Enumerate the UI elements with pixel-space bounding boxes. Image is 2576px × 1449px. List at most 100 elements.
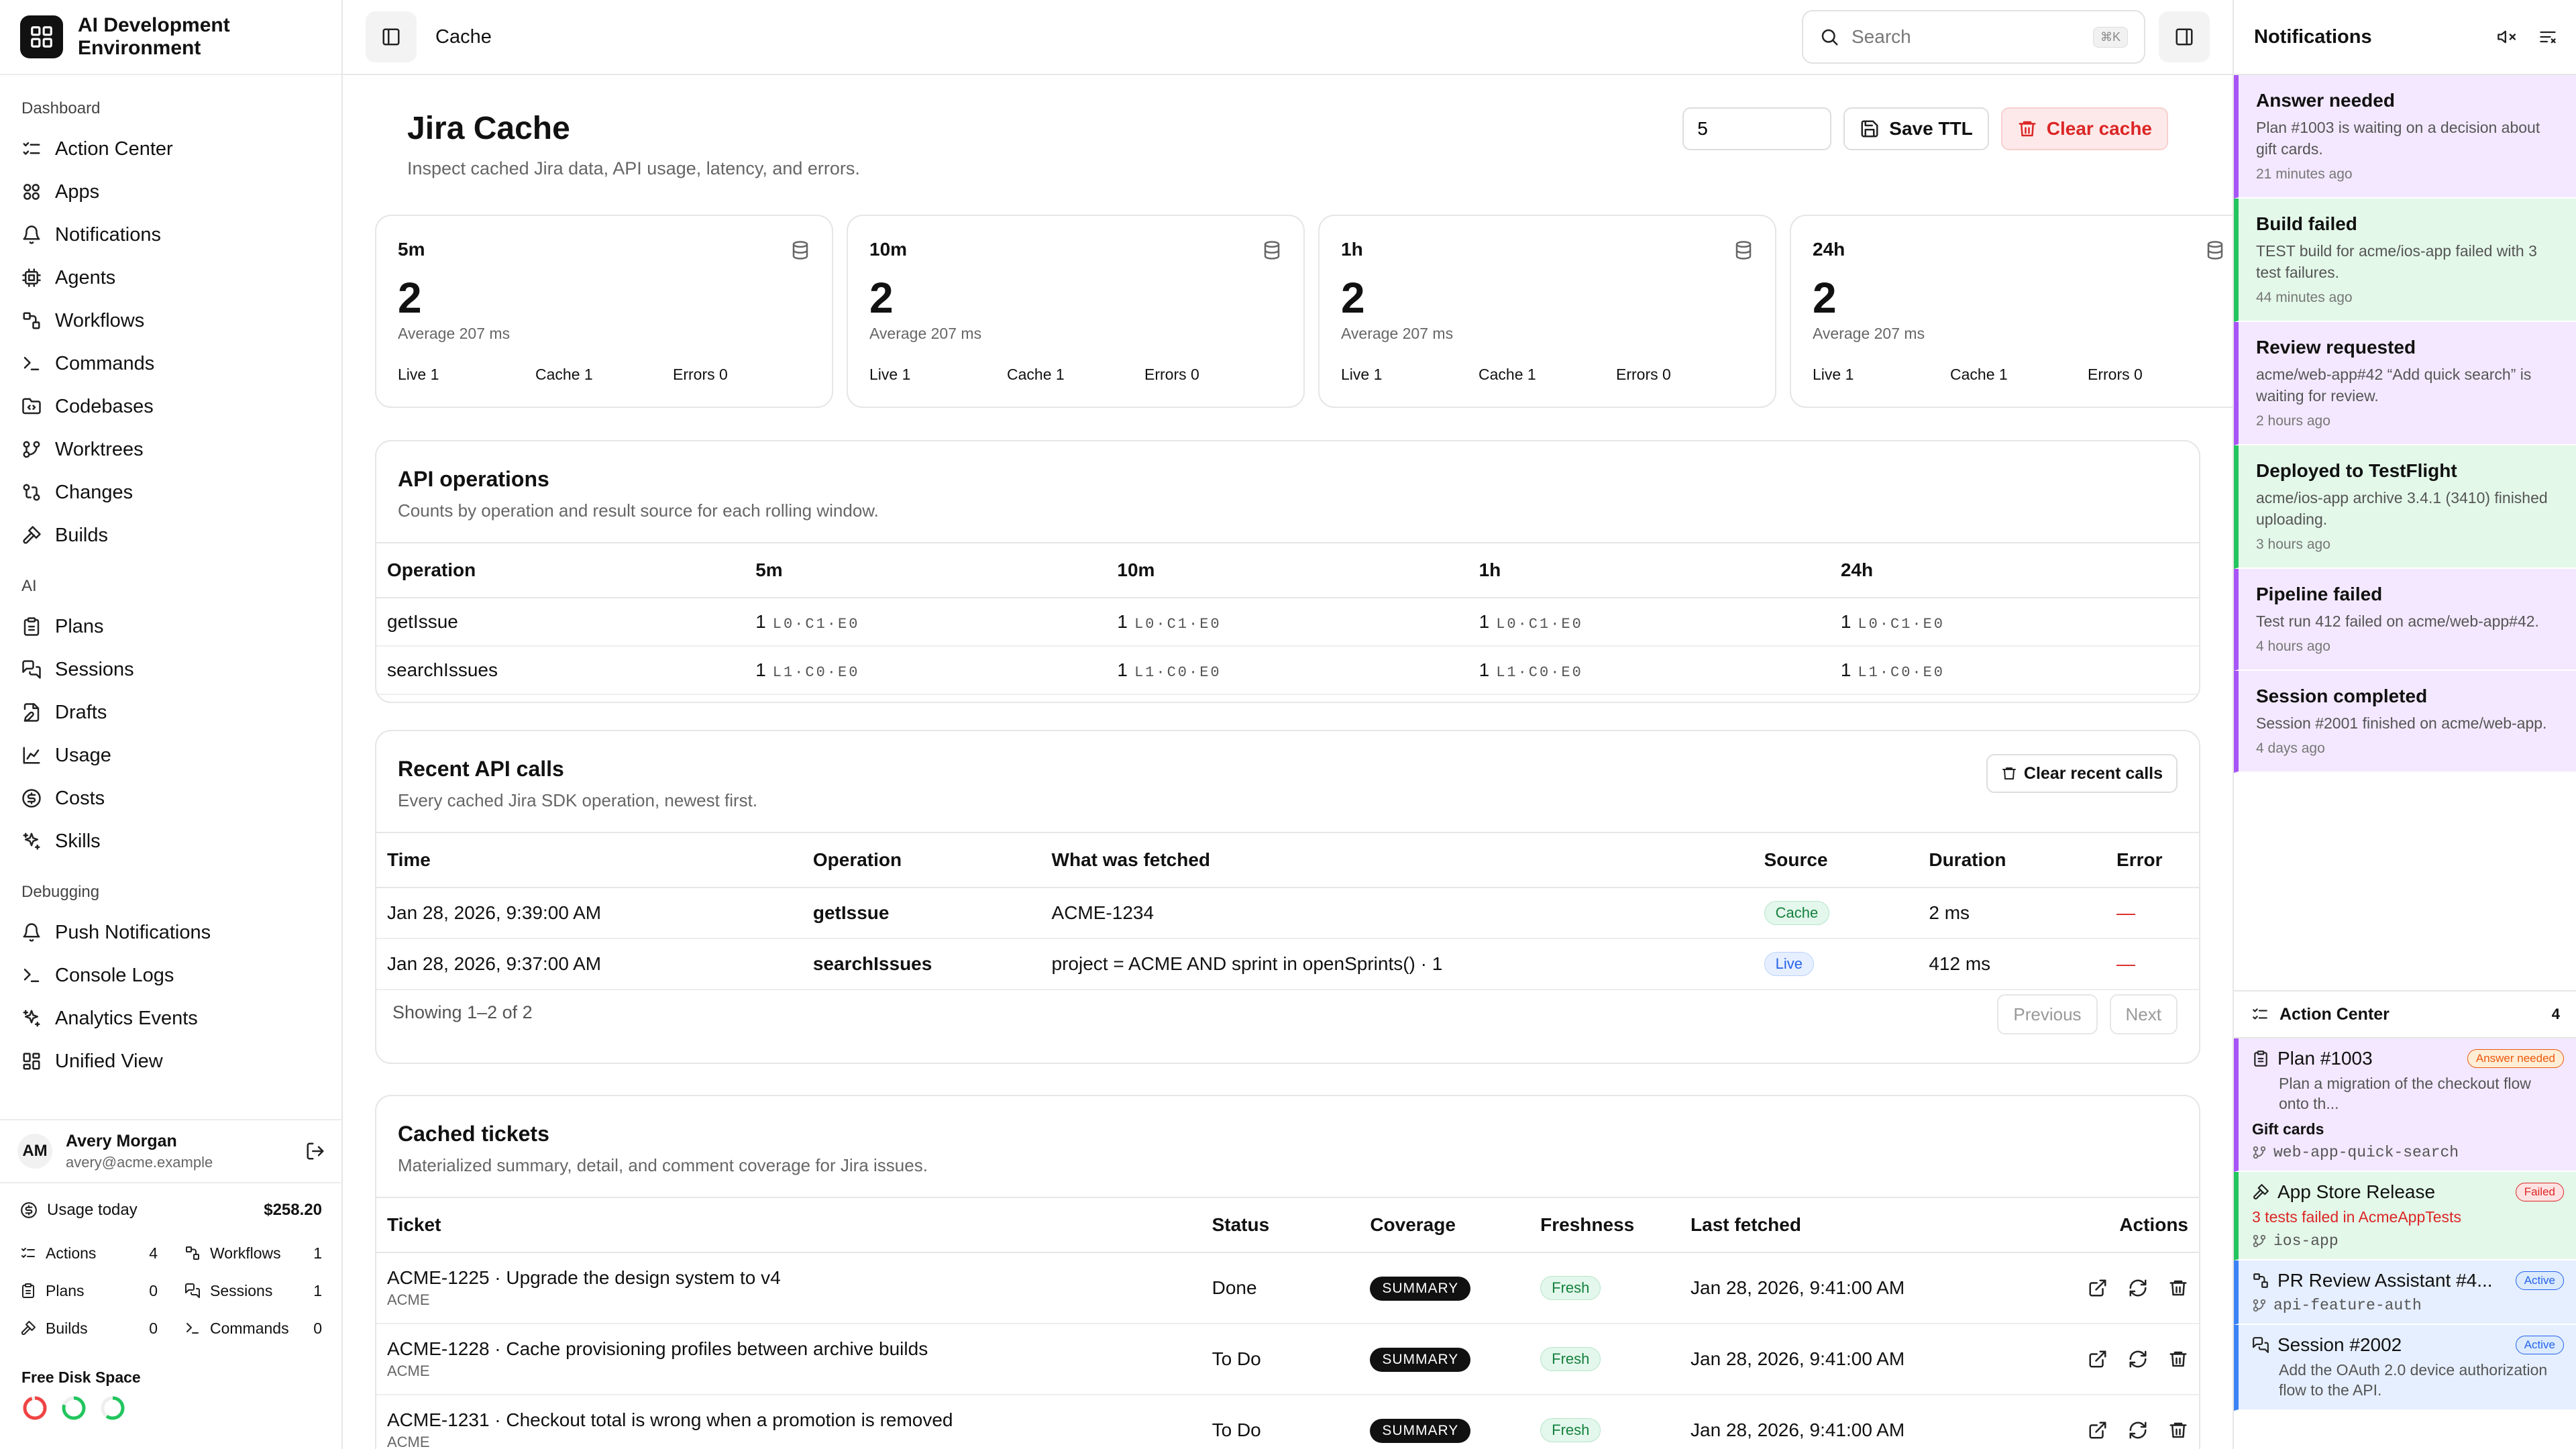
tickets-title: Cached tickets bbox=[398, 1122, 549, 1146]
ticket-title[interactable]: ACME-1228 · Cache provisioning profiles … bbox=[387, 1338, 1191, 1360]
notification-item[interactable]: Session completed Session #2001 finished … bbox=[2234, 671, 2576, 773]
sidebar-item-skills[interactable]: Skills bbox=[21, 820, 320, 863]
external-link-icon[interactable] bbox=[2088, 1278, 2108, 1298]
dollar-icon bbox=[22, 789, 41, 808]
git-branch-icon bbox=[2253, 1299, 2266, 1312]
trash-icon[interactable] bbox=[2168, 1278, 2188, 1298]
usage-stats: Actions 4 Workflows 1 Plans 0 Sessions 1 Builds 0… bbox=[20, 1234, 322, 1347]
sidebar-item-analytics-events[interactable]: Analytics Events bbox=[21, 997, 320, 1040]
source-badge: Cache bbox=[1764, 901, 1830, 925]
usage-stat-builds[interactable]: Builds 0 bbox=[20, 1309, 158, 1347]
notification-item[interactable]: Review requested acme/web-app#42 “Add qui… bbox=[2234, 322, 2576, 445]
trash-icon[interactable] bbox=[2168, 1349, 2188, 1369]
usage-stat-plans[interactable]: Plans 0 bbox=[20, 1272, 158, 1309]
sidebar-item-plans[interactable]: Plans bbox=[21, 605, 320, 648]
usage-stat-commands[interactable]: Commands 0 bbox=[184, 1309, 322, 1347]
action-item[interactable]: Session #2002 Active Add the OAuth 2.0 dev… bbox=[2234, 1325, 2576, 1411]
card-total: 2 bbox=[1813, 274, 1837, 322]
table-row: searchIssues 1 L1·C0·E0 1 L1·C0·E0 1 L1·C0·E0 1… bbox=[376, 646, 2199, 695]
external-link-icon[interactable] bbox=[2088, 1349, 2108, 1369]
refresh-icon[interactable] bbox=[2128, 1420, 2148, 1440]
operation-name: searchIssues bbox=[376, 646, 745, 695]
external-link-icon[interactable] bbox=[2088, 1420, 2108, 1440]
usage-stat-sessions[interactable]: Sessions 1 bbox=[184, 1272, 322, 1309]
user-name: Avery Morgan bbox=[66, 1131, 177, 1150]
notification-item[interactable]: Deployed to TestFlight acme/ios-app archi… bbox=[2234, 445, 2576, 569]
card-average: Average 207 ms bbox=[1341, 325, 1454, 342]
usage-stat-workflows[interactable]: Workflows 1 bbox=[184, 1234, 322, 1272]
next-page-button[interactable]: Next bbox=[2109, 994, 2178, 1034]
clear-recent-calls-button[interactable]: Clear recent calls bbox=[1986, 754, 2178, 793]
clear-cache-button[interactable]: Clear cache bbox=[2000, 107, 2168, 150]
action-status-badge: Answer needed bbox=[2467, 1049, 2564, 1068]
op-count-cell: 1 L0·C1·E0 bbox=[1468, 598, 1830, 647]
column-header: 24h bbox=[1829, 542, 2199, 598]
notification-title: Pipeline failed bbox=[2256, 584, 2383, 604]
sidebar-item-sessions[interactable]: Sessions bbox=[21, 648, 320, 691]
api-ops-table: Operation 5m 10m 1h 24h getIssue 1 L0·C1·E0 1 L0·… bbox=[376, 542, 2199, 695]
sidebar-item-label: Push Notifications bbox=[55, 921, 211, 943]
ticket-title[interactable]: ACME-1231 · Checkout total is wrong when… bbox=[387, 1409, 1191, 1431]
breadcrumb[interactable]: Cache bbox=[435, 26, 492, 48]
action-center-header[interactable]: Action Center 4 bbox=[2234, 990, 2576, 1038]
refresh-icon[interactable] bbox=[2128, 1349, 2148, 1369]
sidebar-item-label: Agents bbox=[55, 266, 116, 288]
logout-icon[interactable] bbox=[305, 1141, 325, 1161]
brand[interactable]: AI Development Environment bbox=[0, 0, 341, 75]
column-header: Time bbox=[376, 832, 802, 888]
refresh-icon[interactable] bbox=[2128, 1278, 2148, 1298]
sidebar-item-action-center[interactable]: Action Center bbox=[21, 127, 320, 170]
sidebar-item-codebases[interactable]: Codebases bbox=[21, 385, 320, 428]
op-breakdown: L1·C0·E0 bbox=[1134, 664, 1222, 681]
notification-item[interactable]: Build failed TEST build for acme/ios-app … bbox=[2234, 199, 2576, 322]
action-item[interactable]: App Store Release Failed 3 tests failed in… bbox=[2234, 1172, 2576, 1260]
sidebar-item-drafts[interactable]: Drafts bbox=[21, 691, 320, 734]
user-profile[interactable]: AM Avery Morgan avery@acme.example bbox=[0, 1119, 343, 1183]
op-breakdown: L0·C1·E0 bbox=[1496, 616, 1583, 633]
sidebar-item-costs[interactable]: Costs bbox=[21, 777, 320, 820]
ttl-input[interactable] bbox=[1682, 107, 1832, 150]
sidebar-item-commands[interactable]: Commands bbox=[21, 342, 320, 385]
sidebar-item-agents[interactable]: Agents bbox=[21, 256, 320, 299]
table-row[interactable]: ACME-1228 · Cache provisioning profiles … bbox=[376, 1324, 2199, 1395]
card-errors: Errors 0 bbox=[673, 366, 728, 383]
table-row[interactable]: ACME-1231 · Checkout total is wrong when… bbox=[376, 1395, 2199, 1449]
trash-icon[interactable] bbox=[2168, 1420, 2188, 1440]
clear-all-icon[interactable] bbox=[2538, 28, 2557, 46]
sidebar-item-worktrees[interactable]: Worktrees bbox=[21, 428, 320, 471]
mute-icon[interactable] bbox=[2497, 28, 2516, 46]
sidebar-item-console-logs[interactable]: Console Logs bbox=[21, 954, 320, 997]
sidebar-item-apps[interactable]: Apps bbox=[21, 170, 320, 213]
op-breakdown: L0·C1·E0 bbox=[1858, 616, 1945, 633]
sidebar-item-notifications[interactable]: Notifications bbox=[21, 213, 320, 256]
notification-time: 44 minutes ago bbox=[2256, 290, 2353, 305]
sidebar-item-push-notifications[interactable]: Push Notifications bbox=[21, 911, 320, 954]
action-item[interactable]: Plan #1003 Answer needed Plan a migration … bbox=[2234, 1038, 2576, 1172]
toggle-notifications-button[interactable] bbox=[2159, 11, 2210, 62]
search-box[interactable]: Search ⌘K bbox=[1802, 10, 2145, 64]
messages-icon bbox=[22, 660, 41, 679]
action-title: Session #2002 bbox=[2277, 1334, 2402, 1355]
previous-page-button[interactable]: Previous bbox=[1997, 994, 2098, 1034]
action-item[interactable]: PR Review Assistant #4... Active api-featu… bbox=[2234, 1260, 2576, 1325]
ticket-project: ACME bbox=[387, 1362, 430, 1379]
call-time: Jan 28, 2026, 9:39:00 AM bbox=[376, 888, 802, 939]
call-duration: 2 ms bbox=[1918, 888, 2106, 939]
ticket-status: To Do bbox=[1201, 1324, 1360, 1395]
toggle-sidebar-button[interactable] bbox=[366, 11, 417, 62]
sidebar-item-builds[interactable]: Builds bbox=[21, 514, 320, 557]
column-header: 10m bbox=[1106, 542, 1468, 598]
sidebar-item-changes[interactable]: Changes bbox=[21, 471, 320, 514]
ticket-title[interactable]: ACME-1225 · Upgrade the design system to… bbox=[387, 1267, 1191, 1289]
stat-value: 1 bbox=[313, 1281, 322, 1299]
table-row[interactable]: ACME-1225 · Upgrade the design system to… bbox=[376, 1252, 2199, 1324]
window-card: 1h 2 Average 207 ms Live 1 Cache 1 Errors 0 bbox=[1318, 215, 1776, 408]
notification-item[interactable]: Pipeline failed Test run 412 failed on ac… bbox=[2234, 569, 2576, 671]
usage-stat-actions[interactable]: Actions 4 bbox=[20, 1234, 158, 1272]
sidebar-item-unified-view[interactable]: Unified View bbox=[21, 1040, 320, 1083]
save-ttl-button[interactable]: Save TTL bbox=[1843, 107, 1989, 150]
card-window-label: 1h bbox=[1341, 239, 1363, 260]
sidebar-item-usage[interactable]: Usage bbox=[21, 734, 320, 777]
notification-item[interactable]: Answer needed Plan #1003 is waiting on a … bbox=[2234, 75, 2576, 199]
sidebar-item-workflows[interactable]: Workflows bbox=[21, 299, 320, 342]
